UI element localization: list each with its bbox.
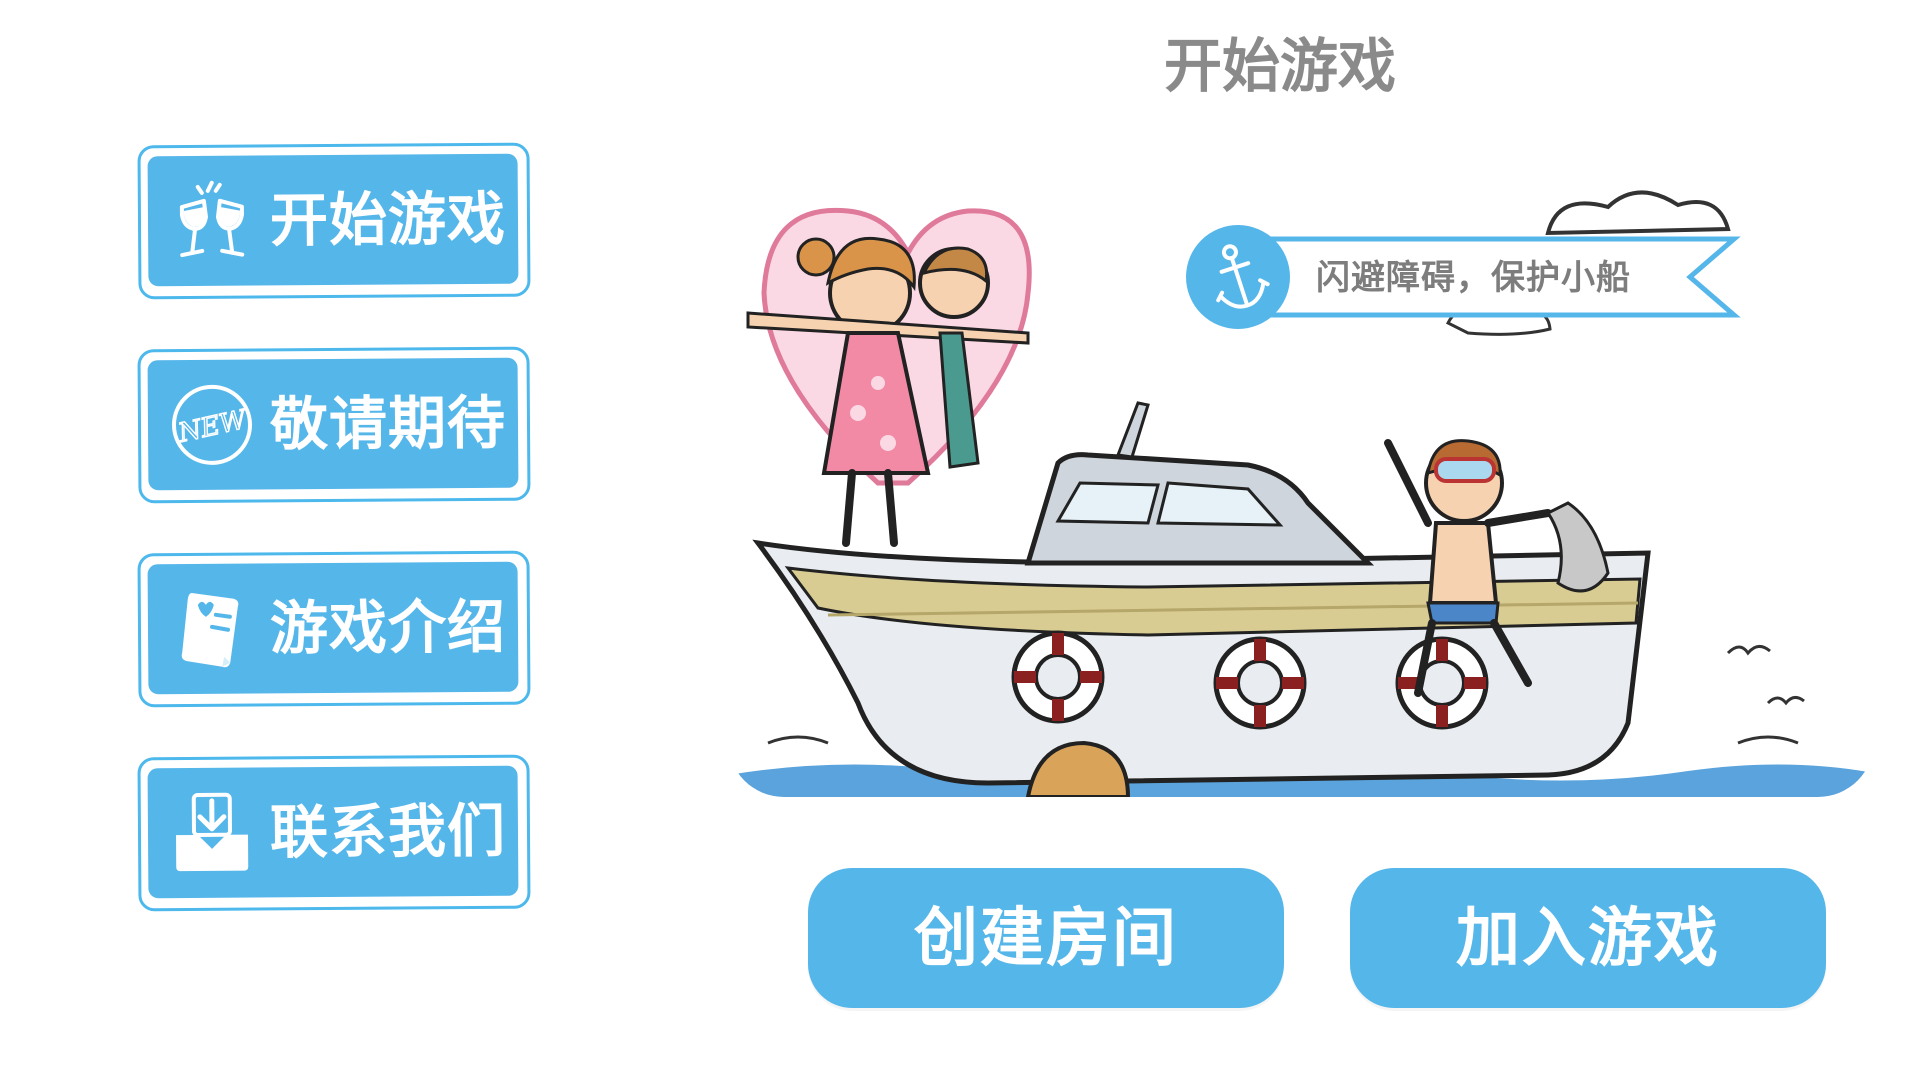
menu-item-coming-soon[interactable]: NEW 敬请期待 bbox=[137, 346, 531, 504]
new-badge-text: NEW bbox=[175, 404, 251, 449]
menu-item-label: 联系我们 bbox=[269, 796, 507, 867]
game-start-screen: 开始游戏 开始游戏 NEW 敬请期待 游戏介绍 联系我们 闪避障碍，保护小船 创… bbox=[0, 0, 1920, 1080]
menu-item-body: NEW 敬请期待 bbox=[147, 357, 519, 491]
menu-item-label: 游戏介绍 bbox=[269, 592, 507, 663]
create-room-button[interactable]: 创建房间 bbox=[808, 868, 1284, 1008]
champagne-glasses-icon bbox=[179, 180, 245, 258]
menu-item-body: 开始游戏 bbox=[147, 153, 519, 287]
menu-item-contact-us[interactable]: 联系我们 bbox=[137, 754, 531, 912]
menu-item-start-game[interactable]: 开始游戏 bbox=[137, 142, 531, 300]
menu-item-body: 游戏介绍 bbox=[147, 561, 519, 695]
life-rings bbox=[1011, 630, 1489, 730]
game-preview-card: 闪避障碍，保护小船 bbox=[728, 183, 1874, 797]
page-title: 开始游戏 bbox=[1163, 32, 1396, 100]
menu-item-label: 敬请期待 bbox=[269, 388, 507, 459]
menu-item-game-intro[interactable]: 游戏介绍 bbox=[137, 550, 531, 708]
anchor-icon bbox=[1216, 244, 1270, 309]
menu-item-body: 联系我们 bbox=[147, 765, 519, 899]
menu-item-label: 开始游戏 bbox=[269, 184, 507, 255]
tagline-text: 闪避障碍，保护小船 bbox=[1316, 258, 1631, 298]
document-icon bbox=[181, 592, 239, 668]
tagline-banner: 闪避障碍，保护小船 bbox=[1184, 221, 1744, 331]
join-game-button[interactable]: 加入游戏 bbox=[1350, 868, 1826, 1008]
new-badge-icon: NEW bbox=[171, 384, 252, 465]
download-inbox-icon bbox=[176, 792, 249, 872]
